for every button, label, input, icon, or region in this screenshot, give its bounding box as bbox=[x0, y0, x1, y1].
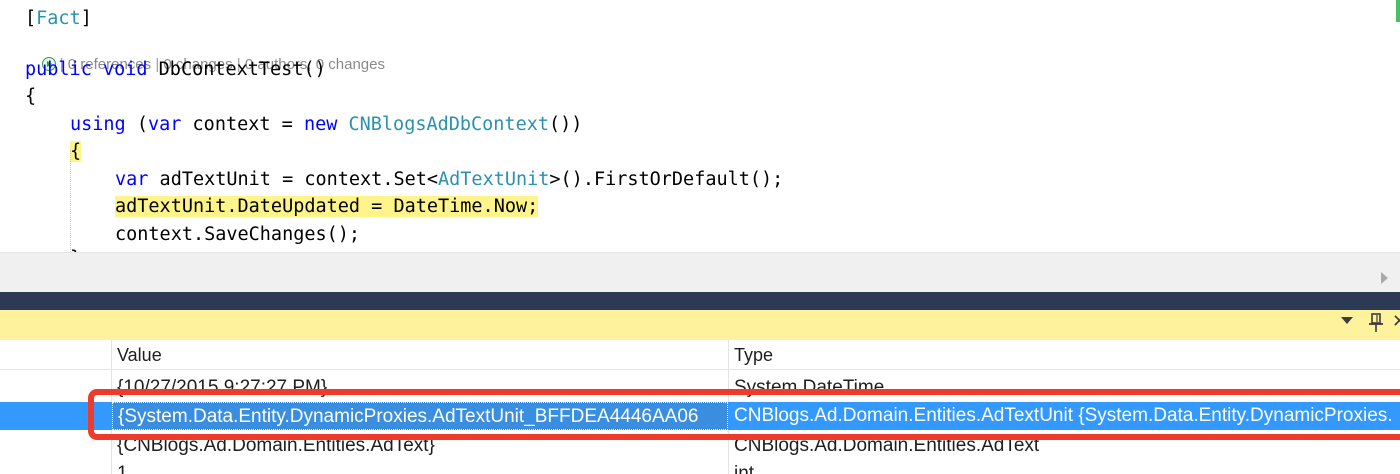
row-name-cell bbox=[0, 460, 111, 474]
row-value-cell[interactable]: {10/27/2015 9:27:27 PM} bbox=[112, 374, 728, 402]
row-type-cell: CNBlogs.Ad.Domain.Entities.AdTextUnit {S… bbox=[734, 405, 1393, 426]
row-name-cell bbox=[0, 402, 111, 430]
table-row[interactable]: {CNBlogs.Ad.Domain.Entities.AdText} CNBl… bbox=[0, 432, 1400, 460]
using-open-brace[interactable]: { bbox=[70, 138, 82, 165]
panel-splitter[interactable] bbox=[0, 292, 1400, 310]
row-type-cell: CNBlogs.Ad.Domain.Entities.AdText bbox=[734, 435, 1040, 456]
codelens-bar: | 0 references | 0 changes | 0 authors, … bbox=[25, 35, 385, 73]
table-row[interactable]: {10/27/2015 9:27:27 PM} System.DateTime bbox=[0, 374, 1400, 402]
method-signature-line[interactable]: public void DbContextTest() bbox=[25, 56, 326, 83]
scroll-right-arrow-icon[interactable] bbox=[1381, 272, 1388, 284]
row-name-cell bbox=[0, 432, 111, 460]
table-row-selected[interactable]: {System.Data.Entity.DynamicProxies.AdTex… bbox=[0, 402, 1400, 430]
column-header-name[interactable] bbox=[0, 340, 111, 370]
close-icon[interactable]: ✕ bbox=[1392, 311, 1400, 333]
row-type-cell: System.DateTime bbox=[734, 377, 885, 398]
indent-guide bbox=[70, 150, 71, 260]
save-changes-line[interactable]: context.SaveChanges(); bbox=[115, 221, 360, 248]
autos-window-header bbox=[0, 310, 1400, 340]
current-statement-highlight: adTextUnit.DateUpdated = DateTime.Now; bbox=[115, 196, 539, 217]
window-position-dropdown-icon[interactable] bbox=[1341, 317, 1353, 324]
row-value-cell[interactable]: {System.Data.Entity.DynamicProxies.AdTex… bbox=[112, 402, 728, 430]
row-value-cell[interactable]: {CNBlogs.Ad.Domain.Entities.AdText} bbox=[112, 432, 728, 460]
code-editor[interactable]: [Fact] | 0 references | 0 changes | 0 au… bbox=[0, 0, 1400, 270]
using-line[interactable]: using (var context = new CNBlogsAdDbCont… bbox=[70, 111, 582, 138]
pin-icon[interactable] bbox=[1368, 312, 1384, 334]
change-indicator bbox=[1396, 0, 1400, 22]
column-header-type[interactable]: Type bbox=[729, 340, 1400, 370]
row-name-cell bbox=[0, 374, 111, 402]
column-header-value[interactable]: Value bbox=[112, 340, 728, 370]
method-open-brace[interactable]: { bbox=[25, 83, 36, 110]
row-type-cell: int bbox=[734, 463, 755, 474]
row-value-cell[interactable]: 1 bbox=[112, 460, 728, 474]
current-statement-line[interactable]: adTextUnit.DateUpdated = DateTime.Now; bbox=[115, 193, 539, 220]
var-line[interactable]: var adTextUnit = context.Set<AdTextUnit>… bbox=[115, 166, 783, 193]
table-row[interactable]: 1 int bbox=[0, 460, 1400, 474]
fact-attribute[interactable]: [Fact] bbox=[25, 5, 92, 32]
horizontal-scrollbar[interactable] bbox=[0, 252, 1400, 292]
